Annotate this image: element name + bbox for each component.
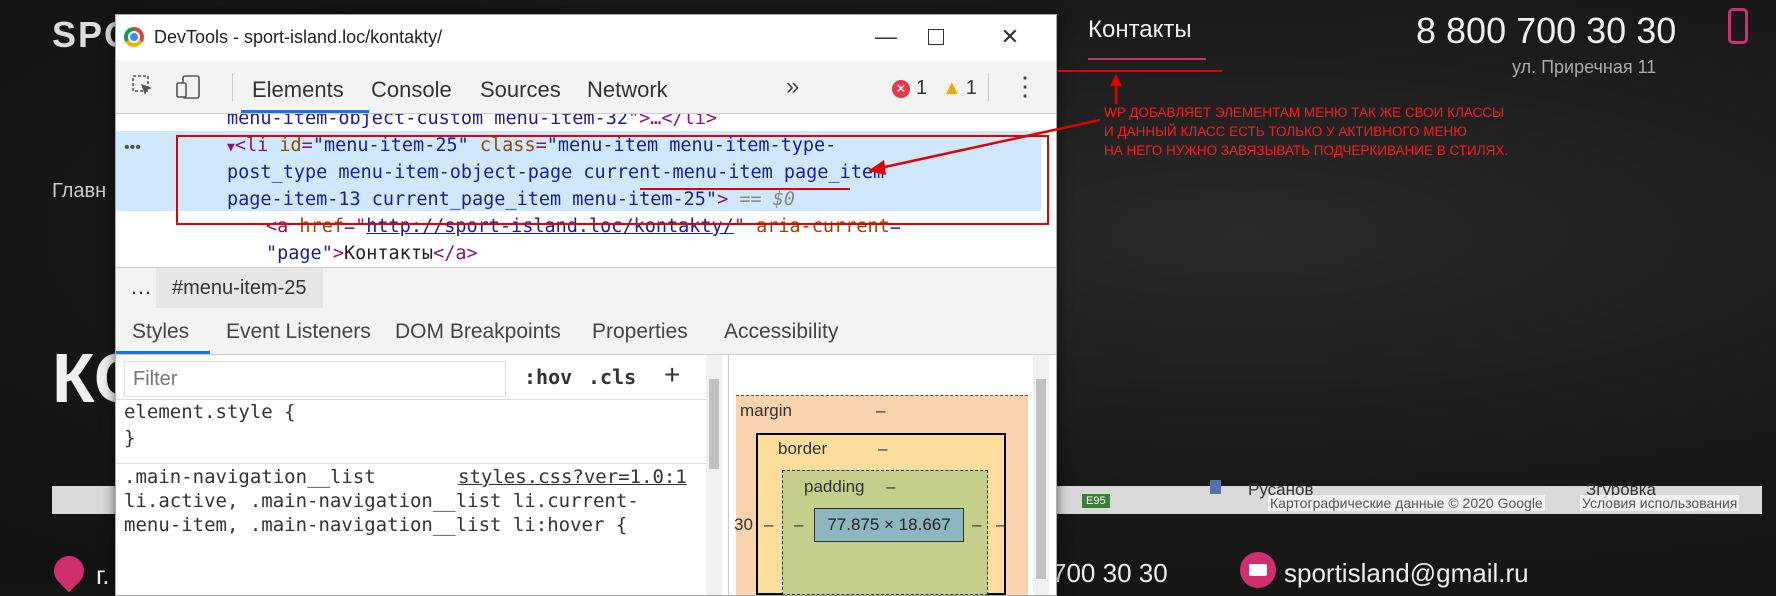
styles-scrollbar[interactable]: [706, 355, 722, 595]
error-count: 1: [916, 77, 928, 99]
tab-accessibility[interactable]: Accessibility: [724, 320, 838, 344]
margin-left-value[interactable]: 30: [734, 515, 753, 535]
box-model-scrollbar[interactable]: [1033, 355, 1049, 595]
device-toolbar-icon[interactable]: [176, 75, 202, 99]
rule-source-link[interactable]: styles.css?ver=1.0:1: [458, 466, 687, 488]
map-road-label: E95: [1082, 494, 1110, 508]
padding-label: padding: [804, 477, 865, 496]
devtools-window: DevTools - sport-island.loc/kontakty/ — …: [115, 14, 1057, 596]
customize-menu-icon[interactable]: ⋮: [1012, 71, 1038, 101]
tab-elements[interactable]: Elements: [252, 77, 344, 103]
devtools-titlebar[interactable]: DevTools - sport-island.loc/kontakty/ — …: [116, 15, 1056, 61]
tab-network[interactable]: Network: [587, 77, 668, 103]
warning-count: 1: [965, 77, 977, 99]
map-terms-link[interactable]: Условия использования: [1580, 495, 1740, 511]
scroll-thumb[interactable]: [1036, 379, 1046, 579]
inspect-element-icon[interactable]: [132, 75, 154, 97]
toolbar-divider: [232, 73, 233, 101]
annotation-nav-underline: [1058, 70, 1222, 72]
map-road-badge: [1210, 480, 1222, 494]
breadcrumb-more[interactable]: …: [130, 274, 152, 300]
content-size[interactable]: 77.875 × 18.667: [814, 508, 964, 542]
rule-selector[interactable]: .main-navigation__list: [124, 466, 376, 488]
padding-left-value[interactable]: –: [794, 515, 803, 535]
rule-selector[interactable]: li.active, .main-navigation__list li.cur…: [124, 490, 639, 512]
toolbar-divider: [988, 73, 989, 101]
divider: [116, 463, 706, 464]
error-counter[interactable]: ✕ 1: [892, 77, 927, 100]
chrome-icon: [124, 27, 144, 47]
border-left-value[interactable]: –: [764, 515, 773, 535]
more-tabs-button[interactable]: »: [786, 73, 799, 101]
tab-properties[interactable]: Properties: [592, 320, 688, 344]
tab-styles[interactable]: Styles: [132, 320, 189, 344]
close-button[interactable]: ✕: [990, 23, 1030, 51]
padding-right-value[interactable]: –: [972, 515, 981, 535]
mail-icon: [1240, 552, 1276, 588]
maximize-button[interactable]: [916, 23, 956, 51]
breadcrumb-item[interactable]: #menu-item-25: [156, 268, 323, 308]
nav-active-underline: [1088, 58, 1206, 60]
new-style-rule-button[interactable]: +: [664, 359, 680, 391]
styles-pane: :hov .cls + element.style { } .main-navi…: [116, 355, 736, 595]
filter-box: [124, 361, 506, 397]
devtools-toolbar: Elements Console Sources Network » ✕ 1 ▲ 1…: [116, 61, 1056, 114]
map-credits: Картографические данные © 2020 Google: [1268, 495, 1545, 511]
header-phone[interactable]: 8 800 700 30 30: [1416, 10, 1676, 52]
active-tab-indicator: [241, 110, 369, 113]
border-value[interactable]: –: [878, 439, 887, 459]
class-toggle-button[interactable]: .cls: [588, 365, 636, 389]
dom-node-anchor-cont: "page">Контакты</a>: [266, 243, 478, 264]
dom-node-li-32[interactable]: menu-item-object-custom menu-item-32">…<…: [227, 114, 717, 132]
header-address: ул. Приречная 11: [1512, 57, 1657, 77]
node-actions-icon[interactable]: •••: [124, 134, 141, 161]
sidebar-tabs: Styles Event Listeners DOM Breakpoints P…: [116, 308, 1056, 355]
annotation-text: WP ДОБАВЛЯЕТ ЭЛЕМЕНТАМ МЕНЮ ТАК ЖЕ СВОИ …: [1104, 105, 1509, 158]
nav-item-home[interactable]: Главн: [52, 180, 106, 203]
active-subtab-indicator: [116, 351, 210, 354]
annotation-highlight-box: [176, 135, 1049, 225]
phone-icon: [1728, 8, 1748, 44]
pane-divider[interactable]: [728, 355, 729, 595]
footer-email[interactable]: sportisland@gmail.ru: [1284, 558, 1529, 589]
tab-event-listeners[interactable]: Event Listeners: [226, 320, 371, 344]
divider: [116, 399, 706, 400]
footer-phone[interactable]: 700 30 30: [1052, 558, 1168, 589]
element-style-open[interactable]: element.style {: [124, 401, 296, 423]
nav-item-contacts[interactable]: Контакты: [1088, 16, 1192, 44]
margin-label: margin: [740, 401, 792, 420]
tab-dom-breakpoints[interactable]: DOM Breakpoints: [395, 320, 561, 344]
box-model: margin – border – padding – 30 – – 77.87…: [734, 355, 1056, 595]
element-style-close: }: [124, 427, 136, 449]
border-label: border: [778, 439, 828, 458]
margin-value[interactable]: –: [876, 401, 885, 421]
annotation-underline: [640, 188, 850, 190]
rule-selector[interactable]: menu-item, .main-navigation__list li:hov…: [124, 514, 627, 536]
footer-address: г.: [96, 560, 110, 590]
padding-value[interactable]: –: [886, 477, 895, 497]
minimize-button[interactable]: —: [866, 23, 906, 51]
window-title: DevTools - sport-island.loc/kontakty/: [154, 27, 443, 47]
scroll-thumb[interactable]: [709, 379, 719, 469]
hover-state-button[interactable]: :hov: [524, 365, 572, 389]
warning-icon: ▲: [942, 77, 962, 99]
border-right-value[interactable]: –: [996, 515, 1005, 535]
breadcrumb: … #menu-item-25: [116, 267, 1056, 309]
tab-console[interactable]: Console: [371, 77, 452, 103]
warning-counter[interactable]: ▲ 1: [942, 77, 977, 100]
error-icon: ✕: [892, 79, 910, 98]
styles-filter-input[interactable]: [125, 362, 505, 396]
tab-sources[interactable]: Sources: [480, 77, 561, 103]
